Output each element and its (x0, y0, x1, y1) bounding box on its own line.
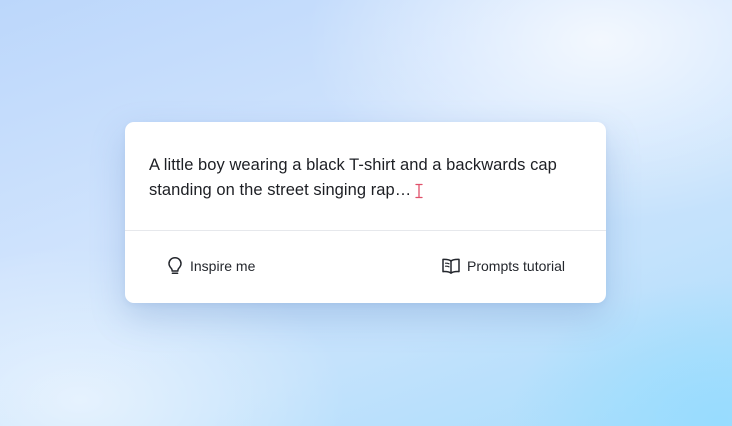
prompts-tutorial-label: Prompts tutorial (467, 258, 566, 274)
inspire-me-label: Inspire me (190, 258, 256, 274)
prompt-text: A little boy wearing a black T-shirt and… (149, 156, 557, 199)
prompt-card: A little boy wearing a black T-shirt and… (125, 122, 606, 303)
text-cursor-icon (415, 182, 423, 198)
prompt-text-wrapper: A little boy wearing a black T-shirt and… (149, 153, 569, 203)
divider (125, 230, 606, 231)
lightbulb-icon (166, 256, 184, 276)
prompt-input[interactable]: A little boy wearing a black T-shirt and… (125, 122, 606, 230)
prompts-tutorial-button[interactable]: Prompts tutorial (441, 255, 565, 277)
inspire-me-button[interactable]: Inspire me (166, 255, 255, 277)
open-book-icon (441, 257, 461, 275)
